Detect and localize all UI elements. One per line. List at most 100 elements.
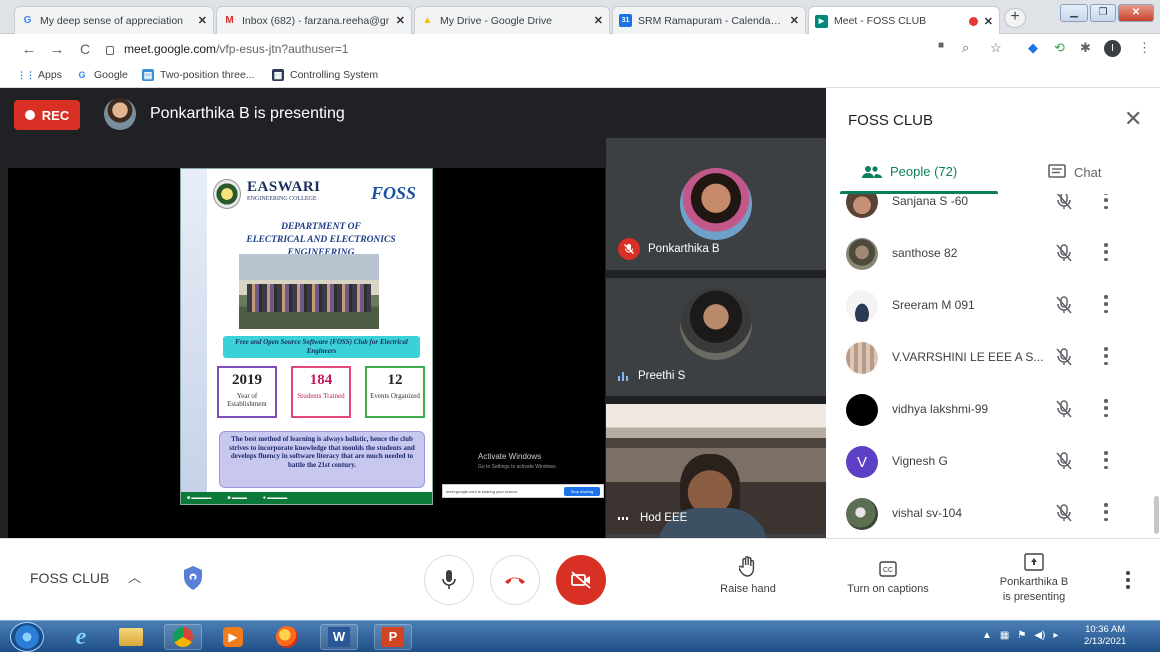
list-item[interactable]: vishal sv-104 [826,488,1160,538]
media-player-icon[interactable]: ▶ [214,624,252,650]
url-field[interactable]: meet.google.com/vfp-esus-jtn?authuser=1 [106,42,348,56]
close-tab-icon[interactable]: ✕ [984,15,993,28]
recording-dot-icon [968,16,978,26]
close-panel-icon[interactable]: ✕ [1124,108,1142,130]
tab-title: My Drive - Google Drive [440,14,553,27]
file-explorer-icon[interactable] [112,624,150,650]
host-controls-shield-icon[interactable] [182,565,204,591]
panel-title: FOSS CLUB [848,112,934,129]
list-item[interactable]: vidhya lakshmi-99 [826,384,1160,436]
close-tab-icon[interactable]: ✕ [594,14,603,27]
raise-hand-button[interactable]: Raise hand [712,555,784,595]
extension-blue-icon[interactable]: ◆ [1028,40,1038,56]
stat-events: 12 Events Organized [365,366,425,418]
tab-people[interactable]: People (72) [862,164,957,179]
participant-avatar [846,394,878,426]
tab-meet[interactable]: ▶ Meet - FOSS CLUB ✕ [808,6,1000,35]
participant-tile-preethi[interactable]: Preethi S [606,278,826,396]
raise-hand-label: Raise hand [720,583,776,595]
bookmark-controlling-system[interactable]: ▦ Controlling System [272,69,378,81]
close-tab-icon[interactable]: ✕ [198,14,207,27]
chevron-up-icon[interactable]: ︿ [128,567,141,586]
tab-drive[interactable]: ▲ My Drive - Google Drive ✕ [414,6,610,34]
powerpoint-icon[interactable]: P [374,624,412,650]
meeting-details-button[interactable]: FOSS CLUB [30,570,109,586]
more-options-icon[interactable] [1104,295,1108,313]
list-item[interactable]: V.VARRSHINI LE EEE A S... [826,332,1160,384]
taskbar-clock[interactable]: 10:36 AM 2/13/2021 [1084,624,1126,648]
maximize-window-button[interactable]: ❐ [1090,4,1116,22]
back-arrow-icon[interactable]: ← [18,41,40,58]
stat-label: Students Trained [297,392,345,400]
reload-icon[interactable]: C [74,41,96,57]
recording-badge: REC [14,100,80,130]
stop-sharing-button[interactable]: Stop sharing [564,487,600,496]
more-options-icon[interactable] [1126,571,1130,589]
tab-chat[interactable]: Chat [1048,164,1101,180]
participant-tile-hod[interactable]: Hod EEE [606,404,826,538]
rec-label: REC [41,107,70,123]
captions-button[interactable]: CC Turn on captions [830,555,946,595]
close-window-button[interactable]: ✕ [1118,4,1154,22]
club-banner: Free and Open Source Software (FOSS) Clu… [223,336,420,358]
google-g-icon: G [23,15,32,26]
list-item[interactable]: Sreeram M 091 [826,280,1160,332]
participant-avatar [846,194,878,218]
leave-call-button[interactable] [490,555,540,605]
participant-tile-ponkarthika[interactable]: Ponkarthika B [606,138,826,270]
show-hidden-icons-icon[interactable]: ▲ [982,630,992,641]
new-tab-button[interactable]: + [1004,8,1026,28]
firefox-icon[interactable] [268,624,306,650]
more-options-icon[interactable] [1104,451,1108,469]
profile-avatar-icon[interactable]: I [1104,40,1121,57]
captions-icon: CC [830,555,946,577]
tab-inbox[interactable]: M Inbox (682) - farzana.reeha@gr ✕ [216,6,412,34]
extensions-puzzle-icon[interactable]: ✱ [1080,40,1091,56]
participant-avatar [680,288,752,360]
minimize-window-button[interactable]: ▁ [1060,4,1088,22]
more-options-icon[interactable] [1104,347,1108,365]
word-icon[interactable]: W [320,624,358,650]
close-tab-icon[interactable]: ✕ [396,14,405,27]
list-item[interactable]: Sanjana S -60 [826,194,1160,228]
bookmark-apps[interactable]: ⋮⋮ Apps [17,69,62,81]
notification-flag-icon[interactable]: ▸ [1053,630,1058,641]
more-options-icon[interactable] [1104,243,1108,261]
volume-icon[interactable]: ◀) [1034,630,1045,641]
internet-explorer-icon[interactable]: e [62,624,100,650]
microphone-button[interactable] [424,555,474,605]
extension-green-icon[interactable]: ⟲ [1054,40,1065,56]
mic-off-icon [618,238,640,260]
presentation-status-button[interactable]: Ponkarthika B is presenting [980,549,1088,605]
participant-name: vishal sv-104 [892,506,963,520]
bookmark-star-icon[interactable]: ☆ [990,40,1002,56]
list-item[interactable]: V Vignesh G [826,436,1160,488]
more-options-icon[interactable] [1104,399,1108,417]
network-icon[interactable]: ▦ [1000,630,1009,641]
tab-appreciation[interactable]: G My deep sense of appreciation ✕ [14,6,214,34]
participant-name: santhose 82 [892,246,958,260]
google-g-icon: G [78,70,86,80]
start-button-windows-icon[interactable] [10,622,44,652]
forward-arrow-icon[interactable]: → [46,41,68,58]
browser-menu-icon[interactable]: ⋮ [1138,40,1151,56]
participant-list-scrollbar[interactable] [1154,496,1159,534]
presenting-status: is presenting [1002,591,1066,603]
mic-off-icon [1054,502,1074,524]
more-options-icon[interactable] [1104,503,1108,521]
tab-calendar[interactable]: 31 SRM Ramapuram - Calendar - S ✕ [612,6,806,34]
tab-title: My deep sense of appreciation [40,14,184,27]
microphone-icon [442,570,456,589]
bookmark-two-position[interactable]: ▤ Two-position three... [142,69,255,81]
chat-icon [1048,164,1066,178]
action-center-flag-icon[interactable]: ⚑ [1017,630,1026,641]
camera-toggle-button[interactable] [556,555,606,605]
camera-indicator-icon[interactable]: ■ [938,40,944,51]
chrome-taskbar-icon[interactable] [164,624,202,650]
bookmark-google[interactable]: G Google [76,69,127,81]
close-tab-icon[interactable]: ✕ [790,14,799,27]
zoom-icon[interactable]: ⌕ [962,40,969,56]
more-options-icon[interactable] [1104,194,1108,209]
list-item[interactable]: santhose 82 [826,228,1160,280]
lock-icon [106,45,114,55]
